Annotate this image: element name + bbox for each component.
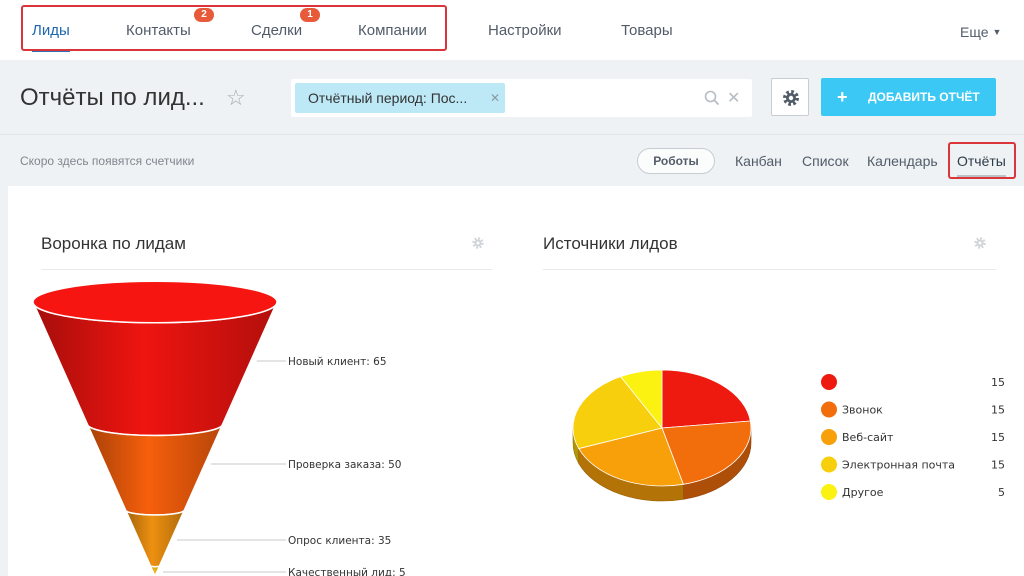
legend-swatch — [821, 401, 837, 418]
chip-close-icon[interactable]: ✕ — [490, 83, 500, 113]
nav-tab-settings[interactable]: Настройки — [488, 22, 562, 39]
sources-panel-title: Источники лидов — [543, 234, 678, 253]
legend-value: 15 — [991, 431, 1005, 444]
deals-count-badge: 1 — [300, 8, 320, 22]
nav-tab-label: Контакты — [126, 22, 191, 39]
more-menu-button[interactable]: Еще ▼ — [960, 24, 1001, 40]
view-toolbar: Скоро здесь появятся счетчики Роботы Кан… — [0, 134, 1024, 186]
star-icon[interactable]: ☆ — [226, 85, 246, 111]
legend-label: Звонок — [842, 404, 883, 417]
settings-button[interactable] — [771, 78, 809, 116]
funnel-stage — [86, 423, 224, 516]
legend-value: 15 — [991, 404, 1005, 417]
sources-pie-chart: 15 Звонок 15 Веб-сайт 15 Электронная почта 15 Д… — [572, 369, 1005, 502]
search-icon[interactable] — [703, 89, 721, 107]
robots-button[interactable]: Роботы — [637, 148, 715, 174]
nav-tab-label: Сделки — [251, 22, 303, 39]
filter-chip-period[interactable]: Отчётный период: Пос... ✕ — [295, 83, 505, 113]
legend-label: Другое — [842, 486, 884, 499]
funnel-stage-label: Качественный лид: 5 — [288, 567, 406, 576]
contacts-count-badge: 2 — [194, 8, 214, 22]
legend-swatch — [821, 374, 837, 390]
funnel-panel-title: Воронка по лидам — [41, 234, 186, 253]
more-label: Еще — [960, 24, 989, 40]
legend-value: 5 — [998, 486, 1005, 499]
legend-swatch — [821, 484, 837, 500]
view-calendar[interactable]: Календарь — [867, 153, 938, 169]
funnel-stage-label: Новый клиент: 65 — [288, 356, 387, 368]
sources-settings-gear-icon[interactable] — [973, 236, 987, 250]
funnel-panel-divider — [41, 269, 492, 270]
view-kanban[interactable]: Канбан — [735, 153, 782, 169]
top-navigation: Лиды Контакты 2 Сделки 1 Компании Настро… — [0, 0, 1024, 60]
nav-tab-contacts[interactable]: Контакты 2 — [126, 8, 214, 39]
nav-tab-leads[interactable]: Лиды — [32, 22, 70, 52]
gear-icon — [783, 90, 799, 106]
close-icon[interactable]: ✕ — [727, 88, 740, 108]
nav-tab-products[interactable]: Товары — [621, 22, 673, 39]
nav-tab-label: Компании — [358, 22, 427, 39]
page-title: Отчёты по лид... — [20, 84, 205, 111]
add-report-button[interactable]: + ДОБАВИТЬ ОТЧЁТ — [821, 78, 996, 116]
plus-icon: + — [837, 87, 848, 107]
filter-search-field[interactable]: Отчётный период: Пос... ✕ ✕ — [291, 79, 752, 117]
legend-swatch — [821, 429, 837, 445]
legend-swatch — [821, 456, 837, 473]
legend-label: Электронная почта — [842, 459, 955, 472]
nav-tab-deals[interactable]: Сделки 1 — [251, 8, 320, 39]
sources-panel-divider — [543, 269, 996, 270]
add-report-label: ДОБАВИТЬ ОТЧЁТ — [868, 90, 980, 104]
view-reports[interactable]: Отчёты — [957, 153, 1006, 177]
nav-tab-label: Товары — [621, 22, 673, 39]
funnel-chart: Новый клиент: 65 Проверка заказа: 50 Опрос… — [32, 280, 406, 576]
nav-tab-label: Лиды — [32, 22, 70, 39]
view-list[interactable]: Список — [802, 153, 849, 169]
filter-chip-label: Отчётный период: Пос... — [308, 90, 468, 106]
legend-label: Веб-сайт — [842, 431, 894, 444]
legend-value: 15 — [991, 376, 1005, 389]
caret-down-icon: ▼ — [992, 27, 1002, 37]
nav-tab-companies[interactable]: Компании — [358, 22, 427, 39]
funnel-stage — [149, 565, 161, 576]
funnel-top-cap — [32, 280, 278, 324]
nav-tab-label: Настройки — [488, 22, 562, 39]
funnel-settings-gear-icon[interactable] — [471, 236, 485, 250]
counters-note: Скоро здесь появятся счетчики — [20, 154, 195, 168]
funnel-stage-label: Проверка заказа: 50 — [288, 459, 401, 471]
pie-slice — [661, 369, 751, 429]
funnel-stage — [124, 509, 186, 568]
funnel-stage-label: Опрос клиента: 35 — [288, 535, 391, 547]
legend-value: 15 — [991, 459, 1005, 472]
